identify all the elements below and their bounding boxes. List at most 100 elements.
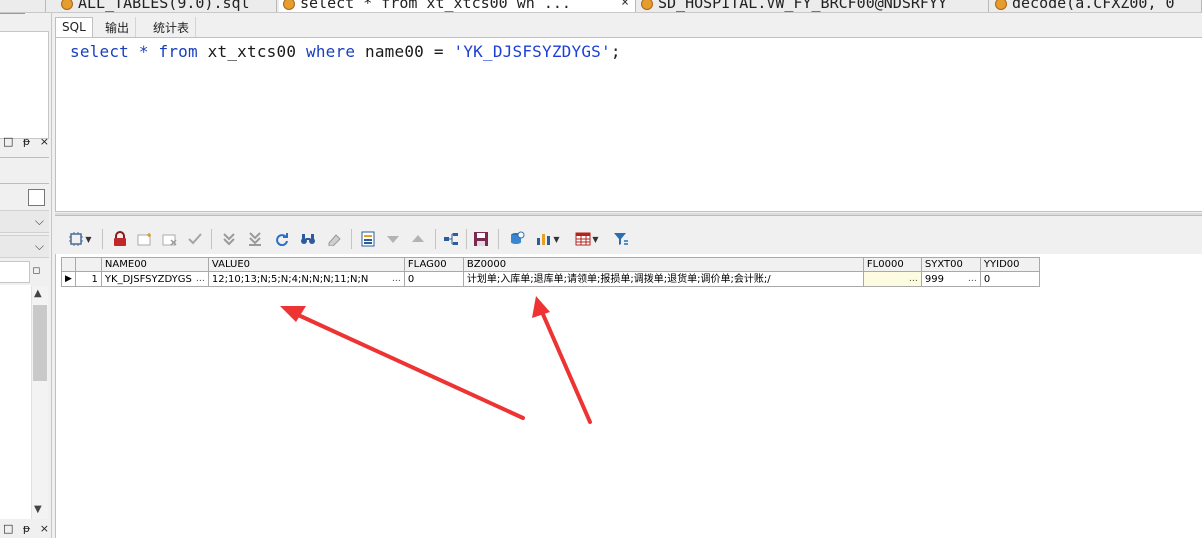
delete-record-icon[interactable]	[159, 228, 181, 250]
save-icon[interactable]	[470, 228, 492, 250]
editor-tab-label: decode(a.CFXZ00, 0	[1012, 0, 1175, 12]
column-header[interactable]: FLAG00	[403, 257, 464, 272]
sql-statement[interactable]: select * from xt_xtcs00 where name00 = '…	[70, 42, 621, 61]
query-by-example-icon[interactable]	[297, 228, 319, 250]
column-header[interactable]: FL0000	[862, 257, 922, 272]
cell-value: 999	[924, 273, 945, 285]
new-object-icon[interactable]: ▫	[32, 263, 41, 278]
panel-divider	[0, 157, 49, 158]
left-dock-panel: □ ᵽ × ⌵ ⌵ ▫ ▲ ▼ □ ᵽ ×	[0, 13, 52, 538]
column-header[interactable]: BZ0000	[462, 257, 864, 272]
toolbar-separator	[102, 229, 103, 249]
toolbar-separator	[435, 229, 436, 249]
lock-icon[interactable]	[109, 228, 131, 250]
result-table: NAME00 VALUE0 FLAG00 BZ0000 FL0000 SYXT0…	[61, 257, 1040, 287]
sql-table-name: xt_xtcs00	[197, 42, 307, 61]
cell-value: 0	[983, 273, 991, 285]
cell-ellipsis-icon[interactable]: …	[909, 273, 918, 286]
cell-ellipsis-icon[interactable]: …	[392, 273, 401, 286]
sql-file-icon	[641, 0, 653, 10]
panel-divider	[0, 183, 49, 184]
cell-ellipsis-icon[interactable]: …	[968, 273, 977, 286]
grid-cell[interactable]: 12;10;13;N;5;N;4;N;N;N;11;N;N…	[207, 271, 405, 287]
row-number-header	[74, 257, 102, 272]
tab-statistics[interactable]: 统计表	[147, 17, 197, 37]
toolbar-separator	[211, 229, 212, 249]
grid-cell[interactable]: 0	[403, 271, 464, 287]
select-grid-icon[interactable]: ▼	[63, 228, 97, 250]
close-tab-icon[interactable]: ×	[621, 0, 629, 10]
single-record-view-icon[interactable]	[357, 228, 379, 250]
result-toolbar: ▼ ▼ ▼	[55, 226, 1202, 254]
filter-icon[interactable]	[610, 228, 632, 250]
next-record-icon[interactable]	[382, 228, 404, 250]
grid-cell[interactable]: 0	[979, 271, 1040, 287]
column-header[interactable]: NAME00	[100, 257, 209, 272]
editor-tab-hospital-view[interactable]: SD_HOSPITAL.VW_FY_BRCF00@NDSRFYY	[637, 0, 989, 12]
sql-file-icon	[283, 0, 295, 10]
sql-file-icon	[995, 0, 1007, 10]
tab-output[interactable]: 输出	[99, 17, 137, 37]
object-browser-area[interactable]	[0, 31, 49, 139]
editor-tab-label: SD_HOSPITAL.VW_FY_BRCF00@NDSRFYY	[658, 0, 947, 12]
panel-checkbox[interactable]	[28, 189, 45, 206]
result-grid[interactable]: NAME00 VALUE0 FLAG00 BZ0000 FL0000 SYXT0…	[55, 254, 1202, 538]
chevron-down-icon: ⌵	[34, 239, 44, 253]
current-row-indicator[interactable]: ▶	[61, 271, 76, 287]
toolbar-separator	[351, 229, 352, 249]
sql-editor[interactable]: select * from xt_xtcs00 where name00 = '…	[55, 37, 1202, 212]
sql-string-literal: 'YK_DJSFSYZDYGS'	[453, 42, 611, 61]
column-header[interactable]: VALUE0	[207, 257, 405, 272]
sql-window-tabs: SQL 输出 统计表	[53, 17, 1202, 37]
owner-dropdown[interactable]: ⌵	[0, 235, 49, 258]
scrollbar-thumb[interactable]	[33, 305, 47, 381]
insert-record-icon[interactable]	[134, 228, 156, 250]
object-list[interactable]	[0, 285, 31, 519]
chart-icon[interactable]: ▼	[531, 228, 565, 250]
scroll-up-icon[interactable]: ▲	[34, 288, 42, 299]
tab-sql[interactable]: SQL	[55, 17, 93, 37]
sql-keyword: where	[306, 42, 356, 61]
cell-ellipsis-icon[interactable]: …	[196, 273, 205, 286]
table-row[interactable]: ▶ 1 YK_DJSFSYZDYGS … 12;10;13;N;5;N;4;N;N…	[61, 271, 1040, 287]
object-type-dropdown[interactable]: ⌵	[0, 210, 49, 233]
last-page-icon[interactable]	[244, 228, 266, 250]
editor-tab-truncated[interactable]	[0, 0, 46, 12]
fetch-icon[interactable]	[506, 228, 528, 250]
clear-icon[interactable]	[323, 228, 345, 250]
sql-condition: name00 =	[355, 42, 454, 61]
object-filter-input[interactable]	[0, 261, 30, 283]
grid-cell[interactable]: 999 …	[920, 271, 981, 287]
cell-value: 0	[407, 273, 415, 285]
scroll-down-icon[interactable]: ▼	[34, 504, 42, 515]
chevron-down-icon: ⌵	[34, 214, 44, 228]
column-header[interactable]: YYID00	[979, 257, 1040, 272]
grid-cell[interactable]: YK_DJSFSYZDYGS …	[100, 271, 209, 287]
editor-tab-all-tables[interactable]: ALL_TABLES(9.0).sql	[57, 0, 277, 12]
previous-record-icon[interactable]	[407, 228, 429, 250]
panel-window-controls[interactable]: □ ᵽ ×	[3, 135, 52, 148]
sql-terminator: ;	[610, 42, 621, 61]
table-view-icon[interactable]: ▼	[569, 228, 605, 250]
next-page-icon[interactable]	[218, 228, 240, 250]
post-changes-icon[interactable]	[184, 228, 206, 250]
panel-window-controls[interactable]: □ ᵽ ×	[3, 522, 52, 535]
editor-results-splitter[interactable]	[55, 213, 1202, 216]
cell-value: 计划单;入库单;退库单;请领单;报损单;调拨单;退货单;调价单;会计账;/	[466, 273, 771, 285]
refresh-icon[interactable]	[271, 228, 293, 250]
table-header-row: NAME00 VALUE0 FLAG00 BZ0000 FL0000 SYXT0…	[61, 257, 1040, 272]
editor-tab-decode[interactable]: decode(a.CFXZ00, 0	[991, 0, 1202, 12]
editor-tab-label: ALL_TABLES(9.0).sql	[78, 0, 250, 12]
cell-value: YK_DJSFSYZDYGS	[104, 273, 192, 285]
grid-cell[interactable]: 计划单;入库单;退库单;请领单;报损单;调拨单;退货单;调价单;会计账;/	[462, 271, 864, 287]
row-number: 1	[74, 271, 102, 287]
object-list-scrollbar[interactable]: ▲ ▼	[31, 286, 48, 519]
editor-tab-strip: ALL_TABLES(9.0).sql select * from xt_xtc…	[0, 0, 1202, 13]
editor-tab-current-query[interactable]: select * from xt_xtcs00 wh ... ×	[279, 0, 636, 12]
sql-keyword: from	[158, 42, 198, 61]
export-query-icon[interactable]	[440, 228, 462, 250]
sql-file-icon	[61, 0, 73, 10]
column-header[interactable]: SYXT00	[920, 257, 981, 272]
grid-cell[interactable]: …	[862, 271, 922, 287]
toolbar-separator	[466, 229, 467, 249]
